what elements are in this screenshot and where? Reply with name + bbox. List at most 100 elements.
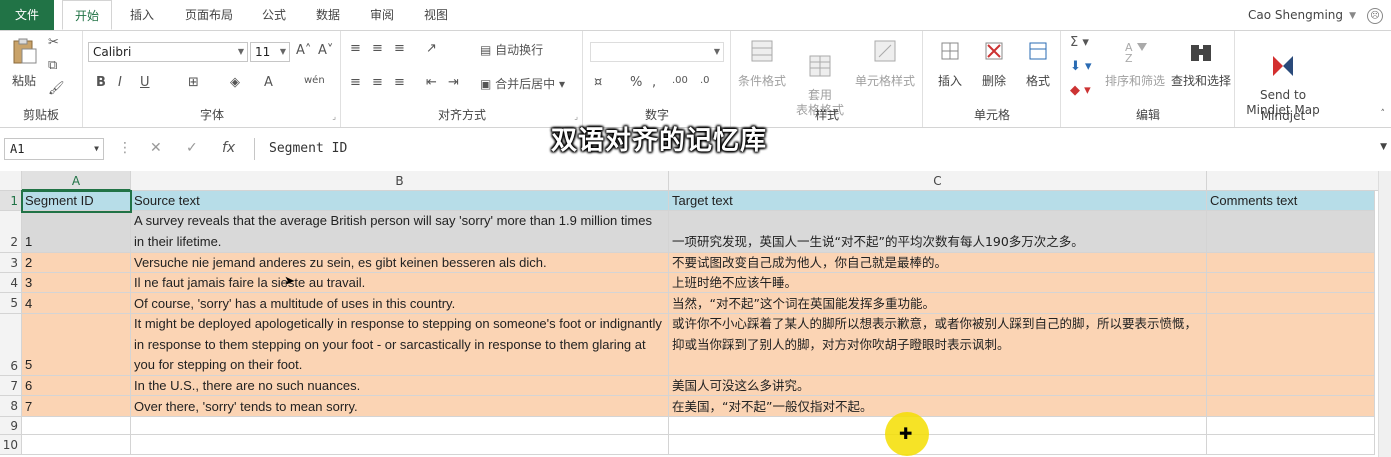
- increase-font-icon[interactable]: A˄: [296, 43, 311, 58]
- cell-segment-id[interactable]: 3: [22, 273, 131, 293]
- cell-target-text[interactable]: 美国人可没这么多讲究。: [669, 376, 1207, 396]
- autosum-icon[interactable]: Σ ▾: [1070, 35, 1089, 50]
- cancel-icon[interactable]: ✕: [150, 140, 162, 156]
- cell-source-text[interactable]: Over there, 'sorry' tends to mean sorry.: [131, 396, 669, 417]
- cell-a1[interactable]: Segment ID: [22, 191, 131, 211]
- cell-target-text[interactable]: 或许你不小心踩着了某人的脚所以想表示歉意，或者你被别人踩到自己的脚，所以要表示愤…: [669, 314, 1207, 376]
- increase-decimal-icon[interactable]: .00: [672, 75, 688, 86]
- tab-insert[interactable]: 插入: [122, 0, 162, 30]
- empty-cell[interactable]: [131, 417, 669, 435]
- formula-input[interactable]: Segment ID: [254, 138, 1384, 160]
- cell-d1[interactable]: Comments text: [1207, 191, 1375, 211]
- tab-formulas[interactable]: 公式: [254, 0, 294, 30]
- row-header[interactable]: 3: [0, 253, 22, 273]
- cell-segment-id[interactable]: 2: [22, 253, 131, 273]
- align-bottom-icon[interactable]: ≡: [394, 41, 405, 56]
- column-header-d[interactable]: [1207, 171, 1379, 191]
- cell-target-text[interactable]: 当然，“对不起”这个词在英国能发挥多重功能。: [669, 293, 1207, 314]
- insert-function-icon[interactable]: fx: [222, 140, 235, 156]
- font-color-icon[interactable]: A: [264, 75, 273, 90]
- tab-data[interactable]: 数据: [308, 0, 348, 30]
- empty-cell[interactable]: [22, 435, 131, 455]
- conditional-format-button[interactable]: 条件格式: [734, 37, 790, 89]
- empty-cell[interactable]: [131, 435, 669, 455]
- empty-cell[interactable]: [669, 417, 1207, 435]
- wrap-text-button[interactable]: ▤ 自动换行: [480, 41, 543, 58]
- percent-button[interactable]: %: [630, 75, 642, 90]
- empty-cell[interactable]: [1207, 435, 1375, 455]
- empty-cell[interactable]: [1207, 417, 1375, 435]
- feedback-face-icon[interactable]: ☹: [1367, 8, 1383, 24]
- vertical-scrollbar[interactable]: [1378, 171, 1391, 457]
- column-header-a[interactable]: A: [22, 171, 131, 191]
- increase-indent-icon[interactable]: ⇥: [448, 75, 459, 90]
- row-header[interactable]: 7: [0, 376, 22, 396]
- cell-segment-id[interactable]: 7: [22, 396, 131, 417]
- empty-cell[interactable]: [22, 417, 131, 435]
- bold-button[interactable]: B: [96, 75, 106, 90]
- user-menu-caret-icon[interactable]: ▼: [1349, 11, 1356, 21]
- delete-cells-button[interactable]: 删除: [974, 37, 1014, 89]
- currency-icon[interactable]: ¤: [594, 75, 602, 90]
- decrease-font-icon[interactable]: A˅: [318, 43, 333, 58]
- column-header-b[interactable]: B: [131, 171, 669, 191]
- borders-icon[interactable]: ⊞: [188, 75, 199, 90]
- font-size-dropdown[interactable]: 11 ▼: [250, 42, 290, 62]
- cell-source-text[interactable]: In the U.S., there are no such nuances.: [131, 376, 669, 396]
- row-header[interactable]: 5: [0, 293, 22, 314]
- cell-comments-text[interactable]: [1207, 376, 1375, 396]
- cell-segment-id[interactable]: 1: [22, 211, 131, 253]
- comma-icon[interactable]: ,: [652, 75, 656, 90]
- enter-icon[interactable]: ✓: [186, 140, 198, 156]
- sort-filter-button[interactable]: AZ 排序和筛选: [1102, 37, 1168, 89]
- tab-review[interactable]: 审阅: [362, 0, 402, 30]
- format-painter-icon[interactable]: 🖌: [48, 81, 65, 96]
- row-header[interactable]: 10: [0, 435, 22, 455]
- cell-source-text[interactable]: Of course, 'sorry' has a multitude of us…: [131, 293, 669, 314]
- fill-icon[interactable]: ⬇ ▾: [1070, 59, 1092, 74]
- fill-color-icon[interactable]: ◈: [230, 75, 240, 90]
- row-header[interactable]: 2: [0, 211, 22, 253]
- tab-home[interactable]: 开始: [62, 0, 112, 30]
- clear-icon[interactable]: ◆ ▾: [1070, 83, 1091, 98]
- underline-button[interactable]: U: [140, 75, 150, 90]
- cell-c1[interactable]: Target text: [669, 191, 1207, 211]
- cell-segment-id[interactable]: 4: [22, 293, 131, 314]
- cell-source-text[interactable]: It might be deployed apologetically in r…: [131, 314, 669, 376]
- align-right-icon[interactable]: ≡: [394, 75, 405, 90]
- decrease-indent-icon[interactable]: ⇤: [426, 75, 437, 90]
- cut-icon[interactable]: ✂: [48, 35, 59, 50]
- name-box[interactable]: A1 ▼: [4, 138, 104, 160]
- tab-file[interactable]: 文件: [0, 0, 54, 30]
- row-header[interactable]: 4: [0, 273, 22, 293]
- cell-b1[interactable]: Source text: [131, 191, 669, 211]
- select-all-corner[interactable]: [0, 171, 22, 191]
- cell-target-text[interactable]: 在美国，“对不起”一般仅指对不起。: [669, 396, 1207, 417]
- row-header[interactable]: 8: [0, 396, 22, 417]
- cell-source-text[interactable]: Versuche nie jemand anderes zu sein, es …: [131, 253, 669, 273]
- user-name[interactable]: Cao Shengming: [1248, 0, 1343, 30]
- cell-comments-text[interactable]: [1207, 273, 1375, 293]
- align-middle-icon[interactable]: ≡: [372, 41, 383, 56]
- decrease-decimal-icon[interactable]: .0: [700, 75, 710, 86]
- orientation-icon[interactable]: ↗: [426, 41, 437, 56]
- phonetic-icon[interactable]: wén: [304, 75, 325, 86]
- align-left-icon[interactable]: ≡: [350, 75, 361, 90]
- cell-target-text[interactable]: 上班时绝不应该午睡。: [669, 273, 1207, 293]
- cell-comments-text[interactable]: [1207, 396, 1375, 417]
- tab-view[interactable]: 视图: [416, 0, 456, 30]
- cell-segment-id[interactable]: 6: [22, 376, 131, 396]
- column-header-c[interactable]: C: [669, 171, 1207, 191]
- insert-cells-button[interactable]: 插入: [930, 37, 970, 89]
- align-top-icon[interactable]: ≡: [350, 41, 361, 56]
- number-format-dropdown[interactable]: ▼: [590, 42, 724, 62]
- cell-segment-id[interactable]: 5: [22, 314, 131, 376]
- row-header[interactable]: 6: [0, 314, 22, 376]
- cell-styles-button[interactable]: 单元格样式: [852, 37, 918, 89]
- font-name-dropdown[interactable]: Calibri ▼: [88, 42, 248, 62]
- paste-button[interactable]: 粘贴: [6, 37, 42, 89]
- cell-target-text[interactable]: 不要试图改变自己成为他人，你自己就是最棒的。: [669, 253, 1207, 273]
- cell-source-text[interactable]: A survey reveals that the average Britis…: [131, 211, 669, 253]
- tab-page-layout[interactable]: 页面布局: [176, 0, 242, 30]
- dialog-launcher-icon[interactable]: ⌟: [332, 112, 336, 121]
